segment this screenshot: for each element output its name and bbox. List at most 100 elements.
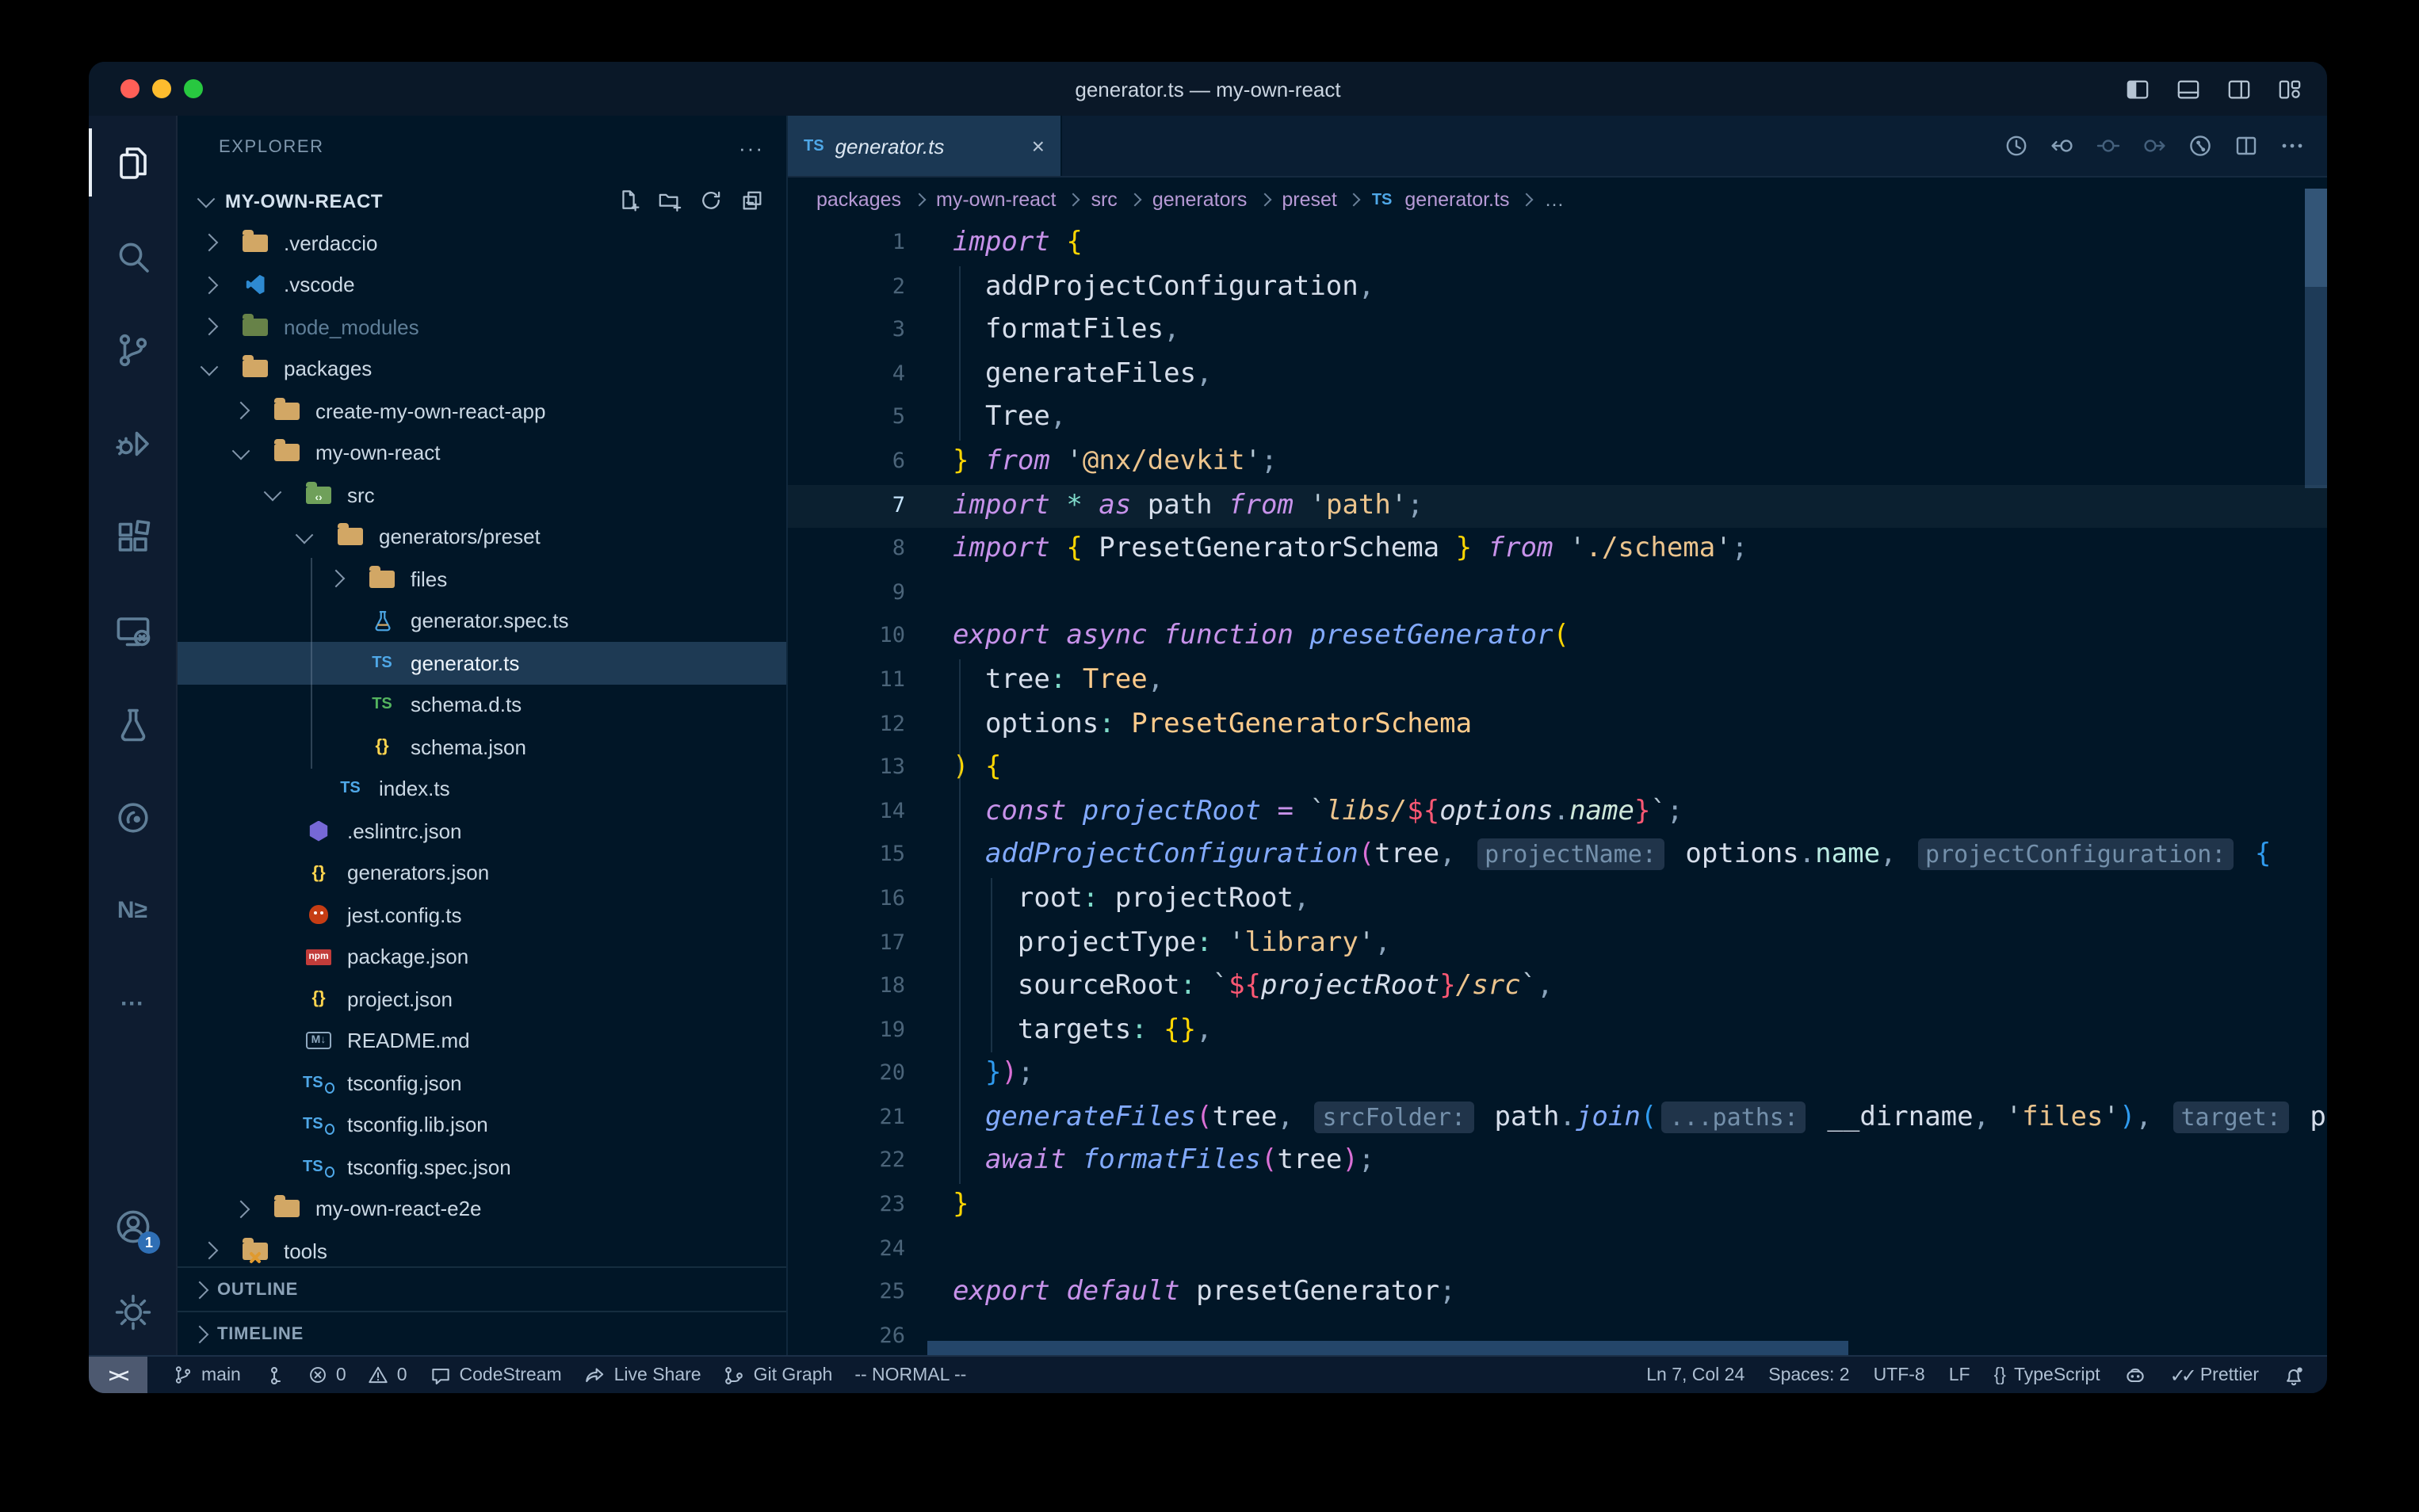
activity-nx-console-icon[interactable]: N≥ — [89, 864, 176, 957]
tree-item-.vscode[interactable]: .vscode — [178, 264, 786, 306]
activity-codestream-icon[interactable] — [89, 770, 176, 864]
breadcrumb-item[interactable]: src — [1091, 189, 1117, 211]
status-git-graph[interactable]: Git Graph — [724, 1364, 833, 1386]
status-live-share[interactable]: Live Share — [584, 1364, 701, 1386]
tree-item-generator.ts[interactable]: TSgenerator.ts — [178, 642, 786, 684]
tab-label: generator.ts — [835, 134, 945, 158]
tree-item-create-my-own-react-app[interactable]: create-my-own-react-app — [178, 390, 786, 432]
chevron-none — [260, 861, 285, 886]
traffic-lights — [89, 79, 203, 98]
chevron-none — [323, 651, 349, 676]
activity-source-control-icon[interactable] — [89, 303, 176, 396]
breadcrumb-item[interactable]: my-own-react — [936, 189, 1056, 211]
tree-item-.verdaccio[interactable]: .verdaccio — [178, 222, 786, 264]
navigate-current-icon[interactable] — [2096, 133, 2121, 158]
activity-more-views-icon[interactable]: ··· — [89, 957, 176, 1051]
breadcrumb-file[interactable]: generator.ts — [1404, 189, 1509, 211]
status-vim-mode[interactable]: -- NORMAL -- — [854, 1365, 966, 1384]
layout-panel-icon[interactable] — [2176, 77, 2200, 101]
tree-item-project.json[interactable]: {}project.json — [178, 978, 786, 1020]
tree-item-package.json[interactable]: npmpackage.json — [178, 936, 786, 978]
minimize-window-button[interactable] — [152, 79, 171, 98]
horizontal-scrollbar[interactable] — [927, 1341, 1848, 1355]
status-commits[interactable] — [263, 1364, 285, 1386]
status-encoding[interactable]: UTF-8 — [1874, 1365, 1925, 1384]
settings-gear-icon[interactable] — [89, 1270, 176, 1355]
tree-item-schema.json[interactable]: {}schema.json — [178, 726, 786, 768]
workspace-name: MY-OWN-REACT — [225, 189, 383, 212]
vertical-scrollbar[interactable] — [2305, 176, 2327, 1355]
tsconfig-icon: TS — [303, 1075, 323, 1092]
status-language-mode[interactable]: {}TypeScript — [1994, 1365, 2100, 1384]
tree-item-generator.spec.ts[interactable]: generator.spec.ts — [178, 600, 786, 642]
status-problems-errors[interactable]: 0 — [308, 1365, 346, 1385]
tab-generator-ts[interactable]: TS generator.ts × — [788, 116, 1062, 176]
zoom-window-button[interactable] — [184, 79, 203, 98]
accounts-icon[interactable]: 1 — [89, 1184, 176, 1270]
breadcrumb-item[interactable]: preset — [1282, 189, 1337, 211]
activity-extensions-icon[interactable] — [89, 490, 176, 583]
tree-item-my-own-react[interactable]: my-own-react — [178, 432, 786, 474]
status-copilot[interactable] — [2124, 1364, 2146, 1386]
section-outline[interactable]: OUTLINE — [178, 1266, 786, 1311]
tree-item-my-own-react-e2e[interactable]: my-own-react-e2e — [178, 1188, 786, 1230]
workspace-root-row[interactable]: MY-OWN-REACT — [178, 179, 786, 222]
tree-item-files[interactable]: files — [178, 558, 786, 600]
code-editor[interactable]: 1234567891011121314151617181920212223242… — [788, 222, 2327, 1355]
new-file-icon[interactable] — [617, 189, 640, 212]
code-line-14: const projectRoot = `libs/${options.name… — [953, 790, 2327, 834]
tree-item-README.md[interactable]: M↓README.md — [178, 1020, 786, 1062]
tree-item-tsconfig.lib.json[interactable]: TStsconfig.lib.json — [178, 1104, 786, 1146]
layout-sidebar-right-icon[interactable] — [2227, 77, 2251, 101]
tree-item-tsconfig.spec.json[interactable]: TStsconfig.spec.json — [178, 1146, 786, 1188]
commit-graph-icon[interactable] — [2188, 133, 2213, 158]
navigate-back-icon[interactable] — [2050, 133, 2075, 158]
status-cursor-position[interactable]: Ln 7, Col 24 — [1646, 1365, 1745, 1384]
activity-remote-explorer-icon[interactable] — [89, 583, 176, 677]
vscode-window: generator.ts — my-own-react N≥··· 1 EXPL… — [89, 62, 2327, 1393]
refresh-icon[interactable] — [699, 189, 723, 212]
tree-item-index.ts[interactable]: TSindex.ts — [178, 768, 786, 810]
close-tab-icon[interactable]: × — [1032, 133, 1045, 158]
activity-explorer-icon[interactable] — [89, 116, 176, 209]
activity-testing-icon[interactable] — [89, 677, 176, 770]
indent-guide — [992, 878, 993, 1053]
activity-run-debug-icon[interactable] — [89, 396, 176, 490]
more-actions-icon[interactable] — [2280, 133, 2305, 158]
explorer-more-icon[interactable]: ··· — [739, 136, 764, 159]
breadcrumb-item[interactable]: packages — [816, 189, 901, 211]
tree-item-packages[interactable]: packages — [178, 348, 786, 390]
section-timeline[interactable]: TIMELINE — [178, 1311, 786, 1355]
status-git-branch[interactable]: main — [173, 1365, 241, 1385]
status-indentation[interactable]: Spaces: 2 — [1768, 1365, 1849, 1384]
status-formatter-prettier[interactable]: ✓✓Prettier — [2170, 1364, 2259, 1386]
tree-item-generators/preset[interactable]: generators/preset — [178, 516, 786, 558]
tree-item-generators.json[interactable]: {}generators.json — [178, 852, 786, 894]
tree-item-node_modules[interactable]: node_modules — [178, 306, 786, 348]
status-notifications[interactable] — [2283, 1364, 2305, 1386]
remote-indicator[interactable]: >< — [89, 1357, 147, 1393]
status-codestream[interactable]: CodeStream — [430, 1364, 562, 1386]
close-window-button[interactable] — [120, 79, 139, 98]
tree-item-.eslintrc.json[interactable]: .eslintrc.json — [178, 810, 786, 852]
new-folder-icon[interactable] — [658, 189, 682, 212]
breadcrumb-symbol[interactable]: … — [1544, 189, 1564, 211]
status-problems-warnings[interactable]: 0 — [369, 1365, 407, 1385]
typescript-file-icon: TS — [340, 781, 361, 798]
split-editor-icon[interactable] — [2234, 133, 2259, 158]
layout-sidebar-left-icon[interactable] — [2126, 77, 2150, 101]
tree-item-schema.d.ts[interactable]: TSschema.d.ts — [178, 684, 786, 726]
navigate-forward-icon[interactable] — [2142, 133, 2167, 158]
folder-icon — [274, 403, 300, 420]
timeline-history-icon[interactable] — [2004, 133, 2029, 158]
status-eol[interactable]: LF — [1949, 1365, 1970, 1384]
chevron-none — [323, 693, 349, 718]
tree-item-tsconfig.json[interactable]: TStsconfig.json — [178, 1062, 786, 1104]
collapse-all-icon[interactable] — [740, 189, 764, 212]
breadcrumb-item[interactable]: generators — [1152, 189, 1248, 211]
tree-item-jest.config.ts[interactable]: jest.config.ts — [178, 894, 786, 936]
tree-item-src[interactable]: ‹›src — [178, 474, 786, 516]
chevron-right-icon — [1347, 193, 1361, 207]
layout-grid-icon[interactable] — [2278, 77, 2302, 101]
activity-search-icon[interactable] — [89, 209, 176, 303]
